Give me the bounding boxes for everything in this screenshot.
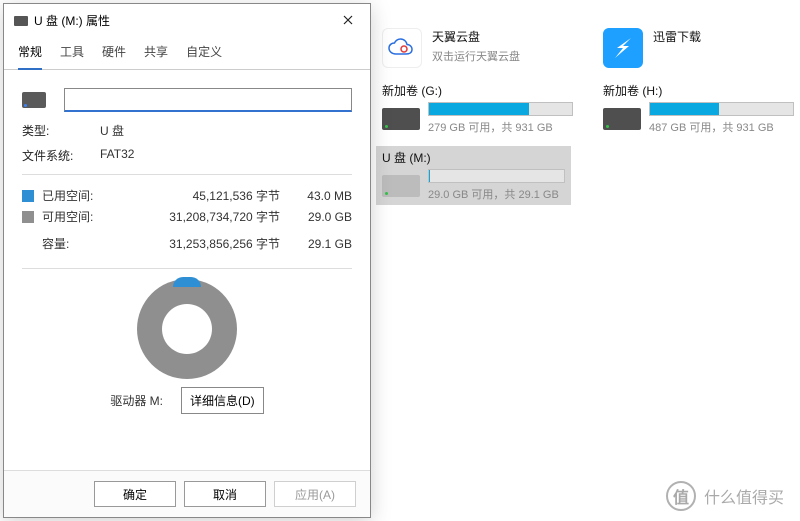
cancel-button[interactable]: 取消	[184, 481, 266, 507]
cloud-icon	[382, 28, 422, 68]
drive-h[interactable]: 新加卷 (H:) 487 GB 可用，共 931 GB	[603, 82, 794, 135]
type-label: 类型:	[22, 122, 88, 139]
properties-dialog: U 盘 (M:) 属性 常规 工具 硬件 共享 自定义 类型: U 盘 文件系统…	[3, 3, 371, 518]
type-value: U 盘	[100, 122, 124, 139]
used-human: 43.0 MB	[288, 189, 352, 203]
capacity-meter	[428, 169, 565, 183]
window-title: U 盘 (M:) 属性	[34, 12, 110, 29]
donut-label: 驱动器 M:	[110, 392, 163, 409]
app-title: 迅雷下载	[653, 28, 701, 45]
free-bytes: 31,208,734,720 字节	[110, 208, 288, 225]
app-sub: 双击运行天翼云盘	[432, 48, 520, 64]
watermark-icon: 值	[666, 481, 696, 511]
thunder-icon	[603, 28, 643, 68]
used-bytes: 45,121,536 字节	[110, 187, 288, 204]
drive-mini-icon	[14, 16, 28, 26]
hdd-icon	[382, 108, 420, 130]
app-xunlei[interactable]: 迅雷下载	[603, 28, 794, 68]
details-button[interactable]: 详细信息(D)	[181, 387, 264, 414]
drive-info: 29.0 GB 可用，共 29.1 GB	[428, 186, 565, 202]
used-color-swatch	[22, 190, 34, 202]
tab-sharing[interactable]: 共享	[144, 37, 168, 69]
fs-value: FAT32	[100, 147, 134, 164]
capacity-meter	[428, 102, 573, 116]
drive-info: 279 GB 可用，共 931 GB	[428, 119, 573, 135]
free-color-swatch	[22, 211, 34, 223]
watermark: 值 什么值得买	[666, 481, 784, 511]
capacity-human: 29.1 GB	[288, 237, 352, 251]
drive-info: 487 GB 可用，共 931 GB	[649, 119, 794, 135]
drive-title: U 盘 (M:)	[382, 149, 565, 166]
apply-button[interactable]: 应用(A)	[274, 481, 356, 507]
fs-label: 文件系统:	[22, 147, 88, 164]
usage-donut	[137, 279, 237, 379]
drive-g[interactable]: 新加卷 (G:) 279 GB 可用，共 931 GB	[382, 82, 573, 135]
explorer-panel: 天翼云盘 双击运行天翼云盘 迅雷下载 新加卷 (G:) 279 GB 可用，共 …	[382, 28, 794, 216]
drive-m-selected[interactable]: U 盘 (M:) 29.0 GB 可用，共 29.1 GB	[376, 146, 571, 205]
hdd-icon	[603, 108, 641, 130]
free-human: 29.0 GB	[288, 210, 352, 224]
capacity-label: 容量:	[42, 235, 110, 252]
usb-drive-icon	[382, 175, 420, 197]
general-panel: 类型: U 盘 文件系统: FAT32 已用空间: 45,121,536 字节 …	[4, 70, 370, 434]
app-title: 天翼云盘	[432, 28, 520, 45]
drive-icon	[22, 92, 46, 108]
tab-tools[interactable]: 工具	[60, 37, 84, 69]
close-button[interactable]	[336, 14, 360, 28]
tab-custom[interactable]: 自定义	[186, 37, 222, 69]
capacity-meter	[649, 102, 794, 116]
dialog-footer: 确定 取消 应用(A)	[4, 470, 370, 517]
titlebar[interactable]: U 盘 (M:) 属性	[4, 4, 370, 37]
drive-title: 新加卷 (H:)	[603, 82, 794, 99]
drive-name-input[interactable]	[64, 88, 352, 112]
capacity-bytes: 31,253,856,256 字节	[110, 235, 288, 252]
tab-strip: 常规 工具 硬件 共享 自定义	[4, 37, 370, 70]
ok-button[interactable]: 确定	[94, 481, 176, 507]
used-label: 已用空间:	[42, 187, 110, 204]
tab-general[interactable]: 常规	[18, 37, 42, 70]
drive-title: 新加卷 (G:)	[382, 82, 573, 99]
free-label: 可用空间:	[42, 208, 110, 225]
tab-hardware[interactable]: 硬件	[102, 37, 126, 69]
watermark-text: 什么值得买	[704, 484, 784, 508]
app-tianyi[interactable]: 天翼云盘 双击运行天翼云盘	[382, 28, 573, 68]
